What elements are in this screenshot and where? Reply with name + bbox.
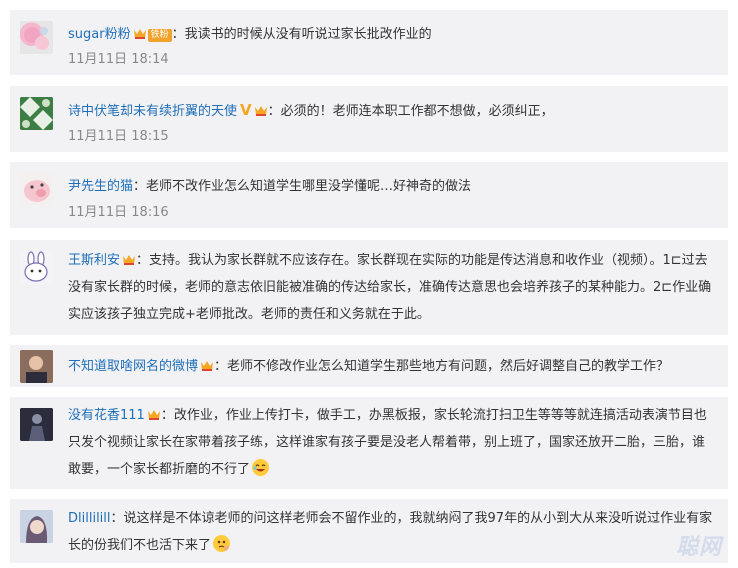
user-avatar[interactable] xyxy=(20,350,53,383)
comment-card: 诗中伏笔却未有续折翼的天使 V ：必须的！老师连本职工作都不想做，必须纠正， 11月… xyxy=(10,86,728,152)
comment-content: 没有花香111 ：改作业，作业上传打卡，做手工，办黑板报，家长轮流打扫卫生等等等就… xyxy=(68,402,714,483)
username-link[interactable]: 不知道取啥网名的微博 xyxy=(68,359,198,374)
vip-verified-icon: V xyxy=(240,101,252,119)
comment-timestamp[interactable]: 11月11日 18:16 xyxy=(68,201,169,220)
comment-card: sugar粉粉 铁粉 ：我读书的时候从没有听说过家长批改作业的 11月11日 18:… xyxy=(10,10,728,75)
comment-content: 尹先生的猫：老师不改作业怎么知道学生哪里没学懂呢…好神奇的做法 xyxy=(68,173,714,200)
comment-text: ：老师不修改作业怎么知道学生那些地方有问题，然后好调整自己的教学工作？ xyxy=(214,359,670,374)
comment-content: 王斯利安 ：支持。我认为家长群就不应该存在。家长群现在实际的功能是传达消息和收作业… xyxy=(68,247,714,328)
pink-bubbles-icon xyxy=(24,27,49,50)
user-avatar[interactable] xyxy=(20,173,53,206)
fan-crown-icon xyxy=(123,255,136,265)
comment-content: Dlillilill：说这样是不体谅老师的问这样老师会不留作业的，我就纳闷了我9… xyxy=(68,505,714,559)
comment-text: ：老师不改作业怎么知道学生哪里没学懂呢…好神奇的做法 xyxy=(133,179,472,194)
comment-timestamp[interactable]: 11月11日 18:14 xyxy=(68,48,169,67)
username-link[interactable]: 尹先生的猫 xyxy=(68,179,133,194)
girl-avatar-icon xyxy=(20,510,53,543)
username-link[interactable]: 王斯利安 xyxy=(68,253,120,268)
comment-content: sugar粉粉 铁粉 ：我读书的时候从没有听说过家长批改作业的 xyxy=(68,21,714,48)
fan-badge: 铁粉 xyxy=(147,29,172,42)
user-avatar[interactable] xyxy=(20,97,53,130)
user-avatar[interactable] xyxy=(20,408,53,441)
username-link[interactable]: 没有花香111 xyxy=(68,408,145,423)
fan-crown-icon xyxy=(201,361,214,371)
comment-text: ：说这样是不体谅老师的问这样老师会不留作业的，我就纳闷了我97年的从小到大从来没… xyxy=(68,511,713,553)
username-link[interactable]: 诗中伏笔却未有续折翼的天使 xyxy=(68,104,237,119)
fan-crown-icon xyxy=(147,410,160,420)
cartoon-pig-icon xyxy=(24,180,50,202)
user-avatar[interactable] xyxy=(20,251,53,284)
comment-text: ：支持。我认为家长群就不应该存在。家长群现在实际的功能是传达消息和收作业（视频）… xyxy=(68,253,712,322)
comment-card: 没有花香111 ：改作业，作业上传打卡，做手工，办黑板报，家长轮流打扫卫生等等等就… xyxy=(10,397,728,489)
comment-card: 不知道取啥网名的微博 ：老师不修改作业怎么知道学生那些地方有问题，然后好调整自己的… xyxy=(10,345,728,387)
fan-crown-icon xyxy=(254,106,267,116)
thinking-emoji-icon xyxy=(213,535,231,552)
comment-content: 不知道取啥网名的微博 ：老师不修改作业怎么知道学生那些地方有问题，然后好调整自己的… xyxy=(68,353,714,380)
user-avatar[interactable] xyxy=(20,510,53,543)
laughing-emoji-icon xyxy=(252,459,270,476)
user-avatar[interactable] xyxy=(20,21,53,54)
comment-text: ：我读书的时候从没有听说过家长批改作业的 xyxy=(171,27,432,42)
comment-card: Dlillilill：说这样是不体谅老师的问这样老师会不留作业的，我就纳闷了我9… xyxy=(10,499,728,563)
comment-text: ：必须的！老师连本职工作都不想做，必须纠正， xyxy=(267,104,554,119)
cartoon-bunny-icon xyxy=(24,251,48,282)
portrait-icon xyxy=(20,350,53,383)
username-link[interactable]: Dlillilill xyxy=(68,511,111,526)
dark-figure-icon xyxy=(20,408,53,441)
comment-timestamp[interactable]: 11月11日 18:15 xyxy=(68,125,169,144)
fan-crown-icon xyxy=(133,29,146,39)
comment-card: 王斯利安 ：支持。我认为家长群就不应该存在。家长群现在实际的功能是传达消息和收作业… xyxy=(10,240,728,335)
comment-text: ：改作业，作业上传打卡，做手工，办黑板报，家长轮流打扫卫生等等等就连搞活动表演节… xyxy=(68,408,707,477)
green-pattern-icon xyxy=(20,97,53,130)
username-link[interactable]: sugar粉粉 xyxy=(68,27,131,42)
site-watermark: 聪网 xyxy=(675,535,722,560)
comment-card: 尹先生的猫：老师不改作业怎么知道学生哪里没学懂呢…好神奇的做法 11月11日 1… xyxy=(10,162,728,228)
comment-content: 诗中伏笔却未有续折翼的天使 V ：必须的！老师连本职工作都不想做，必须纠正， xyxy=(68,97,714,125)
